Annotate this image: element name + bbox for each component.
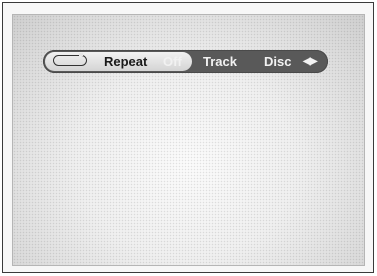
option-disc[interactable]: Disc xyxy=(264,53,291,70)
repeat-loop-icon xyxy=(53,53,87,66)
video-display: Repeat Off Track Disc ◀▶ xyxy=(12,14,365,266)
screen-frame: Repeat Off Track Disc ◀▶ xyxy=(2,2,374,273)
repeat-label: Repeat xyxy=(104,54,148,69)
repeat-osd-bar[interactable]: Repeat Off Track Disc ◀▶ xyxy=(43,50,328,73)
option-off[interactable]: Off xyxy=(163,53,182,70)
option-track[interactable]: Track xyxy=(203,53,237,70)
left-right-arrows-icon[interactable]: ◀▶ xyxy=(303,53,317,70)
